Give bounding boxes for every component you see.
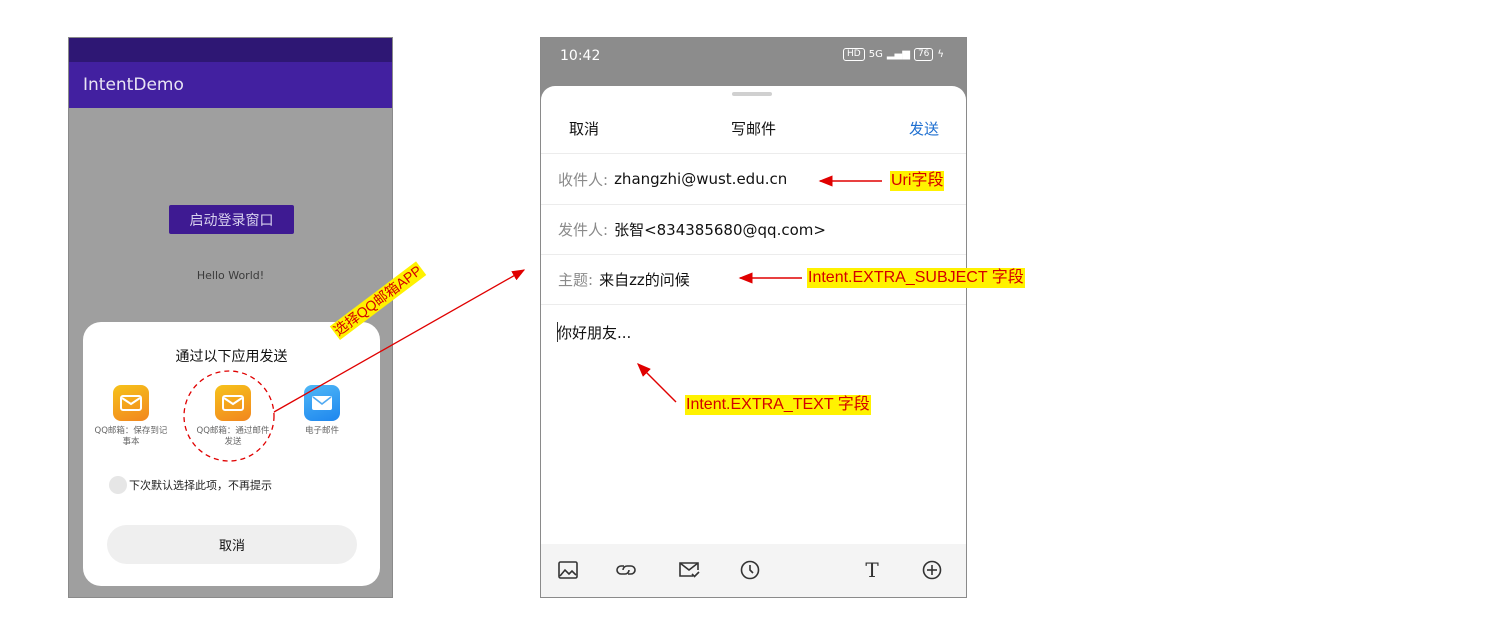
recipient-field[interactable]: zhangzhi@wust.edu.cn bbox=[614, 170, 787, 188]
battery-level: 76 bbox=[913, 48, 934, 61]
sender-field[interactable]: 张智<834385680@qq.com> bbox=[614, 219, 826, 240]
share-app-qq-mail[interactable]: QQ邮箱：通过邮件发送 bbox=[195, 385, 271, 448]
link-icon[interactable] bbox=[614, 558, 638, 582]
annotation-extra-text: Intent.EXTRA_TEXT 字段 bbox=[685, 395, 871, 415]
share-sheet-title: 通过以下应用发送 bbox=[175, 349, 288, 365]
status-indicators: HD 5G ▂▄▆ 76 ϟ bbox=[843, 48, 944, 61]
network-label: 5G bbox=[868, 49, 883, 60]
share-app-label: QQ邮箱：保存到记事本 bbox=[94, 426, 168, 447]
app-title: IntentDemo bbox=[83, 75, 184, 95]
status-time: 10:42 bbox=[560, 48, 601, 64]
annotation-extra-subject: Intent.EXTRA_SUBJECT 字段 bbox=[807, 268, 1025, 288]
subject-label: 主题: bbox=[558, 270, 594, 289]
launch-login-button[interactable]: 启动登录窗口 bbox=[169, 205, 294, 234]
subject-field[interactable]: 来自zz的问候 bbox=[599, 269, 690, 290]
clock-icon[interactable] bbox=[738, 558, 762, 582]
default-choice-row[interactable]: 下次默认选择此项，不再提示 bbox=[109, 476, 272, 494]
email-icon bbox=[304, 385, 340, 421]
qq-mail-icon bbox=[215, 385, 251, 421]
compose-cancel-button[interactable]: 取消 bbox=[569, 118, 599, 139]
add-circle-icon[interactable] bbox=[920, 558, 944, 582]
default-choice-radio[interactable] bbox=[109, 476, 127, 494]
app-bar: IntentDemo bbox=[69, 62, 392, 108]
compose-header: 取消 写邮件 发送 bbox=[541, 86, 966, 154]
send-button[interactable]: 发送 bbox=[909, 118, 939, 139]
default-choice-label: 下次默认选择此项，不再提示 bbox=[129, 479, 272, 492]
text-format-icon[interactable]: T bbox=[860, 558, 884, 582]
qq-mail-icon bbox=[113, 385, 149, 421]
hello-text: Hello World! bbox=[196, 269, 265, 282]
share-sheet: 通过以下应用发送 QQ邮箱：保存到记事本 QQ邮箱：通过邮件发送 电子邮件 下次… bbox=[83, 322, 380, 586]
annotation-uri: Uri字段 bbox=[890, 171, 945, 191]
compose-title: 写邮件 bbox=[730, 120, 776, 138]
compose-sheet: 取消 写邮件 发送 收件人: zhangzhi@wust.edu.cn 发件人:… bbox=[541, 86, 966, 597]
compose-toolbar: T bbox=[541, 544, 966, 597]
share-app-label: QQ邮箱：通过邮件发送 bbox=[196, 426, 270, 447]
sender-label: 发件人: bbox=[558, 220, 609, 239]
image-icon[interactable] bbox=[556, 558, 580, 582]
mail-check-icon[interactable] bbox=[677, 558, 701, 582]
body-field[interactable]: 你好朋友... bbox=[557, 322, 631, 343]
status-bar bbox=[69, 38, 392, 62]
signal-icon: ▂▄▆ bbox=[886, 49, 910, 60]
share-app-qq-note[interactable]: QQ邮箱：保存到记事本 bbox=[93, 385, 169, 448]
hd-icon: HD bbox=[843, 48, 865, 61]
right-phone-screen: 10:42 HD 5G ▂▄▆ 76 ϟ 取消 写邮件 发送 收件人: zhan… bbox=[540, 37, 967, 598]
charging-icon: ϟ bbox=[937, 49, 944, 60]
sender-row[interactable]: 发件人: 张智<834385680@qq.com> bbox=[541, 204, 966, 255]
share-app-label: 电子邮件 bbox=[304, 426, 339, 436]
share-cancel-button[interactable]: 取消 bbox=[107, 525, 357, 564]
share-app-email[interactable]: 电子邮件 bbox=[284, 385, 360, 437]
recipient-label: 收件人: bbox=[558, 170, 609, 189]
